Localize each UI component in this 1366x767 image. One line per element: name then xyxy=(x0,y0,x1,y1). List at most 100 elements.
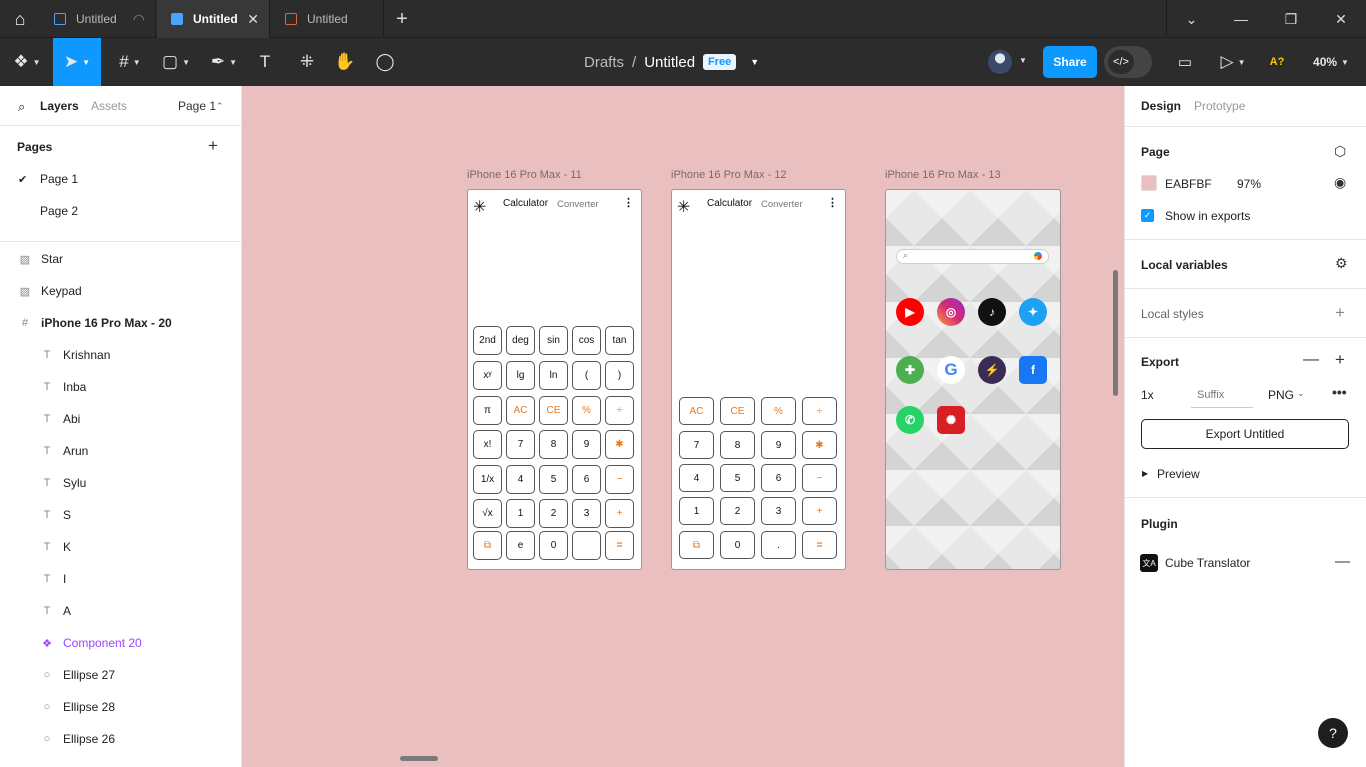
minimize-icon[interactable]: — xyxy=(1216,0,1266,38)
more-icon[interactable]: ⋮ xyxy=(827,196,838,209)
layer-row[interactable]: T Abi xyxy=(0,403,241,435)
export-suffix-input[interactable] xyxy=(1191,382,1253,408)
instagram-icon[interactable]: ◎ xyxy=(937,298,965,326)
page-color-swatch[interactable] xyxy=(1141,175,1157,191)
plugin-name[interactable]: Cube Translator xyxy=(1165,556,1250,570)
preview-toggle[interactable]: Preview xyxy=(1157,467,1200,481)
calc-key-blank[interactable] xyxy=(572,531,601,560)
mode-switch-key[interactable]: ⧉ xyxy=(473,531,502,560)
redapp-icon[interactable]: ✺ xyxy=(937,406,965,434)
layer-row[interactable]: T Arun xyxy=(0,435,241,467)
tab-untitled-3[interactable]: Untitled xyxy=(271,0,384,38)
frame-label[interactable]: iPhone 16 Pro Max - 13 xyxy=(885,169,1001,181)
calc-key[interactable]: cos xyxy=(572,326,601,355)
chevron-down-icon[interactable]: ▼ xyxy=(1019,56,1027,65)
eye-icon[interactable]: ◉ xyxy=(1334,174,1346,191)
window-close-icon[interactable]: ✕ xyxy=(1316,0,1366,38)
calc-key[interactable]: AC xyxy=(679,397,714,425)
main-menu-button[interactable]: ❖ ▼ xyxy=(8,38,46,86)
layer-row[interactable]: # iPhone 16 Pro Max - 20 xyxy=(0,307,241,339)
calc-key[interactable]: ✱ xyxy=(802,431,837,459)
calc-key[interactable]: xʸ xyxy=(473,361,502,390)
layer-row[interactable]: ▨ Star xyxy=(0,243,241,275)
layer-row[interactable]: ▨ Keypad xyxy=(0,275,241,307)
converter-tab[interactable]: Converter xyxy=(761,199,803,210)
layer-row[interactable]: ○ Ellipse 27 xyxy=(0,659,241,691)
calc-key[interactable]: 7 xyxy=(506,430,535,459)
calc-key[interactable]: √x xyxy=(473,499,502,528)
restore-icon[interactable]: ❐ xyxy=(1266,0,1316,38)
tiktok-icon[interactable]: ♪ xyxy=(978,298,1006,326)
calc-key[interactable]: ( xyxy=(572,361,601,390)
page-item-1[interactable]: ✔ Page 1 xyxy=(0,163,241,195)
add-export-icon[interactable]: + xyxy=(1335,350,1345,370)
calc-key[interactable]: 1 xyxy=(506,499,535,528)
game2-icon[interactable]: ⚡ xyxy=(978,356,1006,384)
calc-key[interactable]: 4 xyxy=(679,464,714,492)
remove-export-icon[interactable]: — xyxy=(1303,351,1319,369)
calc-key[interactable]: lg xyxy=(506,361,535,390)
calc-key[interactable]: − xyxy=(802,464,837,492)
show-in-exports-checkbox[interactable]: ✓ xyxy=(1141,209,1154,222)
ai-button[interactable]: A? xyxy=(1264,38,1290,86)
frame-iphone-12[interactable]: ✳ Calculator Converter ⋮ AC CE% ÷ 7 8 9 ✱ 4 5 6− 1… xyxy=(671,189,846,570)
page-item-2[interactable]: Page 2 xyxy=(0,195,241,227)
mode-switch-key[interactable]: ⧉ xyxy=(679,531,714,559)
frame-tool-button[interactable]: # ▼ xyxy=(112,38,148,86)
home-icon[interactable]: ⌂ xyxy=(0,0,40,38)
calc-key[interactable]: ÷ xyxy=(605,396,634,425)
calc-key[interactable]: ) xyxy=(605,361,634,390)
calc-key[interactable]: . xyxy=(761,531,796,559)
page-selector[interactable]: Page 1 xyxy=(178,99,216,113)
calc-key[interactable]: 2 xyxy=(720,497,755,525)
horizontal-scrollbar[interactable] xyxy=(400,756,438,761)
twitter-icon[interactable]: ✦ xyxy=(1019,298,1047,326)
more-icon[interactable]: ⋮ xyxy=(623,196,634,209)
dev-mode-toggle[interactable]: </> xyxy=(1104,46,1152,78)
calc-key[interactable]: ÷ xyxy=(802,397,837,425)
calc-key[interactable]: 3 xyxy=(761,497,796,525)
calc-key[interactable]: 8 xyxy=(720,431,755,459)
calc-key[interactable]: 9 xyxy=(761,431,796,459)
calc-key[interactable]: 2nd xyxy=(473,326,502,355)
frame-iphone-11[interactable]: ✳ Calculator Converter ⋮ 2nd deg sin cos tan… xyxy=(467,189,642,570)
canvas[interactable]: iPhone 16 Pro Max - 11 ✳ Calculator Conv… xyxy=(242,86,1124,767)
frame-label[interactable]: iPhone 16 Pro Max - 12 xyxy=(671,169,787,181)
variables-icon[interactable]: ⚙ xyxy=(1335,255,1348,272)
calc-key[interactable]: π xyxy=(473,396,502,425)
share-button[interactable]: Share xyxy=(1043,46,1097,78)
hand-tool-button[interactable]: ✋ xyxy=(332,38,358,86)
calc-key[interactable]: x! xyxy=(473,430,502,459)
tab-untitled-2[interactable]: Untitled ✕ xyxy=(157,0,270,38)
zoom-menu[interactable]: 40% ▼ xyxy=(1306,38,1356,86)
chevron-down-icon[interactable]: ⌄ xyxy=(1166,0,1216,38)
converter-tab[interactable]: Converter xyxy=(557,199,599,210)
calc-key[interactable]: 1/x xyxy=(473,465,502,494)
export-format-select[interactable]: PNG xyxy=(1268,388,1294,402)
calc-key[interactable]: deg xyxy=(506,326,535,355)
calc-key[interactable]: + xyxy=(605,499,634,528)
chevron-down-icon[interactable]: ▼ xyxy=(750,57,759,67)
caret-right-icon[interactable]: ▶ xyxy=(1142,469,1148,478)
calc-key[interactable]: 0 xyxy=(539,531,568,560)
calc-key[interactable]: 4 xyxy=(506,465,535,494)
layer-row[interactable]: ❖ Component 20 xyxy=(0,627,241,659)
layer-row[interactable]: T Sylu xyxy=(0,467,241,499)
frame-iphone-13[interactable]: ⌕ ▶ ◎ ♪ ✦ ✚ G ⚡ f ✆ ✺ xyxy=(885,189,1061,570)
remove-plugin-icon[interactable]: — xyxy=(1335,553,1350,570)
calc-key[interactable]: 6 xyxy=(572,465,601,494)
calc-key[interactable]: − xyxy=(605,465,634,494)
pen-tool-button[interactable]: ✒ ▼ xyxy=(206,38,242,86)
add-page-icon[interactable]: + xyxy=(208,136,218,156)
frame-label[interactable]: iPhone 16 Pro Max - 11 xyxy=(467,169,582,181)
calc-key[interactable]: sin xyxy=(539,326,568,355)
calc-key[interactable]: 5 xyxy=(720,464,755,492)
styles-icon[interactable]: ⬡ xyxy=(1334,143,1346,160)
layer-row[interactable]: TI xyxy=(0,563,241,595)
google-icon[interactable]: G xyxy=(937,356,965,384)
calc-key[interactable]: 5 xyxy=(539,465,568,494)
chevron-down-icon[interactable]: ⌄ xyxy=(1297,388,1305,399)
calc-key[interactable]: ln xyxy=(539,361,568,390)
calc-key[interactable]: 2 xyxy=(539,499,568,528)
calc-key[interactable]: CE xyxy=(539,396,568,425)
